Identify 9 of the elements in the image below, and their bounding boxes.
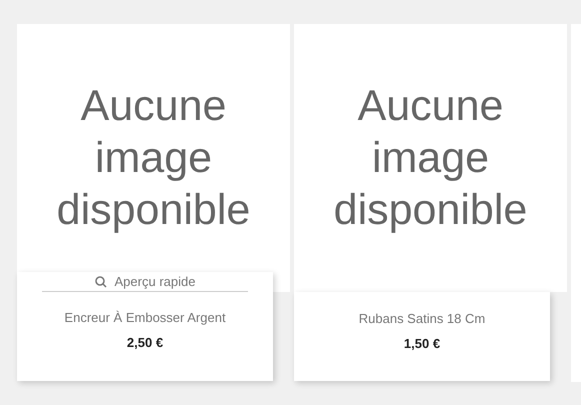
quick-view-link[interactable]: Aperçu rapide — [42, 272, 248, 292]
no-image-text: Aucune image disponible — [332, 81, 528, 236]
product-name[interactable]: Encreur À Embosser Argent — [64, 310, 226, 325]
no-image-text: Aucune image disponible — [56, 81, 252, 236]
product-price: 1,50 € — [404, 336, 440, 351]
image-placeholder[interactable]: Aucune image disponible — [294, 24, 567, 292]
product-name[interactable]: Rubans Satins 18 Cm — [358, 311, 486, 326]
search-icon — [94, 276, 107, 288]
product-price: 2,50 € — [126, 335, 164, 350]
